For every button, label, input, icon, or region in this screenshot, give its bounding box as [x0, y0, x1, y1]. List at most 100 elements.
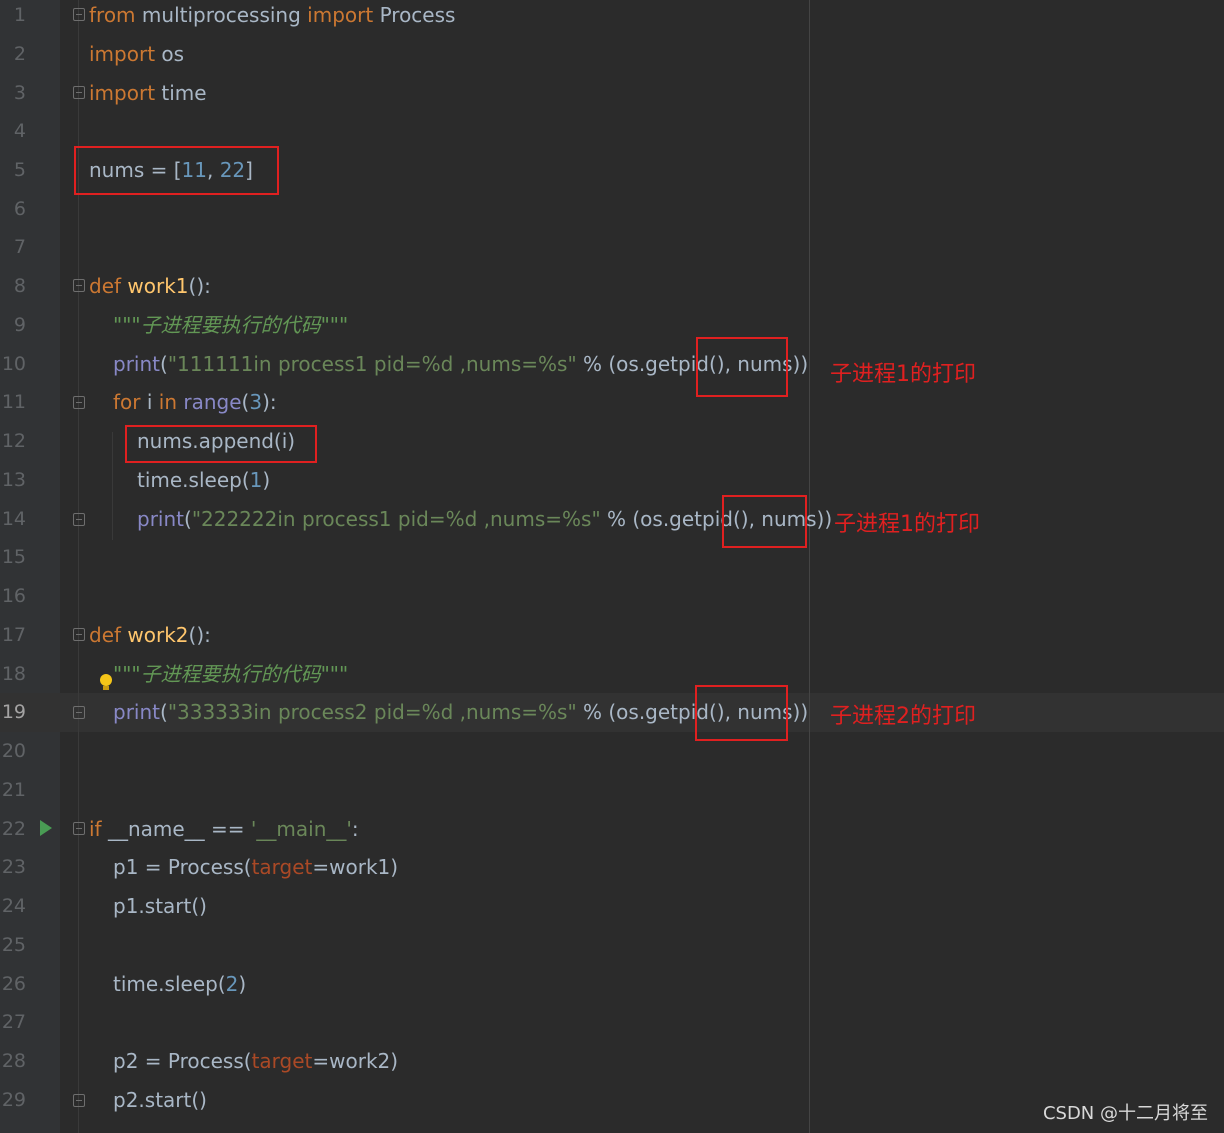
line-number: 28: [1, 1050, 26, 1072]
line-number: 24: [1, 895, 26, 917]
punct: (: [184, 507, 192, 531]
parameter: target: [251, 1049, 313, 1073]
fold-icon[interactable]: [73, 513, 85, 526]
line-number: 3: [13, 82, 26, 104]
keyword: if: [89, 817, 102, 841]
line-number: 23: [1, 856, 26, 878]
line-number: 8: [13, 275, 26, 297]
line-number: 15: [1, 546, 26, 568]
identifier: os: [155, 42, 185, 66]
identifier: i: [140, 390, 159, 414]
line-number: 18: [1, 663, 26, 685]
expression: =work2): [312, 1049, 399, 1073]
fold-icon[interactable]: [73, 86, 85, 99]
string: "333333in process2 pid=%d ,nums=%s": [167, 700, 577, 724]
identifier: Process: [373, 3, 456, 27]
fold-icon[interactable]: [73, 8, 85, 21]
punct: ): [238, 972, 247, 996]
code-line-23: p1 = Process(target=work1): [113, 848, 398, 887]
parameter: target: [251, 855, 313, 879]
line-number: 19: [1, 701, 26, 723]
string: "111111in process1 pid=%d ,nums=%s": [167, 352, 577, 376]
line-number: 14: [1, 508, 26, 530]
code-line-22: if __name__ == '__main__':: [89, 810, 359, 849]
string: "222222in process1 pid=%d ,nums=%s": [191, 507, 601, 531]
punct: (: [160, 352, 168, 376]
punct: ():: [188, 623, 211, 647]
fold-icon[interactable]: [73, 706, 85, 719]
function-name: work2: [127, 623, 189, 647]
indent-guide: [112, 432, 113, 540]
line-number: 11: [1, 391, 26, 413]
fold-icon[interactable]: [73, 822, 85, 835]
punct: ): [262, 468, 271, 492]
annotation-label: 子进程1的打印: [834, 512, 980, 537]
punct: ():: [188, 274, 211, 298]
module-name: multiprocessing: [135, 3, 308, 27]
line-number: 27: [1, 1011, 26, 1033]
code-line-11: for i in range(3):: [113, 383, 277, 422]
line-number: 29: [1, 1089, 26, 1111]
highlight-box-nums-print3: [695, 685, 788, 741]
number: 2: [225, 972, 239, 996]
line-number: 5: [13, 159, 26, 181]
watermark: CSDN @十二月将至: [1042, 1103, 1208, 1124]
keyword: import: [89, 81, 156, 105]
bulb-icon[interactable]: [100, 674, 112, 690]
code-line-3: import time: [89, 74, 207, 113]
line-number: 4: [13, 120, 26, 142]
fold-icon[interactable]: [73, 628, 85, 641]
annotation-label: 子进程1的打印: [830, 362, 976, 387]
highlight-box-nums-print2: [722, 495, 807, 548]
number: 1: [249, 468, 263, 492]
fold-icon[interactable]: [73, 279, 85, 292]
string: '__main__': [250, 817, 352, 841]
punct: ):: [262, 390, 277, 414]
line-number: 10: [1, 353, 26, 375]
code-line-17: def work2():: [89, 616, 211, 655]
function-name: work1: [127, 274, 189, 298]
line-number: 1: [13, 4, 26, 26]
code-line-28: p2 = Process(target=work2): [113, 1042, 398, 1081]
right-margin-guide: [809, 0, 810, 1133]
line-number: 7: [13, 236, 26, 258]
expression: __name__ ==: [101, 817, 251, 841]
keyword: def: [89, 274, 122, 298]
line-number: 9: [13, 314, 26, 336]
keyword: import: [307, 3, 374, 27]
number: 3: [249, 390, 263, 414]
code-line-18: """子进程要执行的代码""": [113, 662, 349, 686]
builtin: print: [113, 352, 160, 376]
keyword: in: [158, 390, 178, 414]
keyword: from: [89, 3, 136, 27]
highlight-box-nums-print1: [696, 337, 788, 397]
builtin: print: [113, 700, 160, 724]
line-number: 6: [13, 198, 26, 220]
code-line-8: def work1():: [89, 267, 211, 306]
fold-icon[interactable]: [73, 1094, 85, 1107]
line-number: 26: [1, 973, 26, 995]
code-line-1: from multiprocessing import Process: [89, 0, 455, 35]
keyword: def: [89, 623, 122, 647]
line-number: 12: [1, 430, 26, 452]
highlight-box-nums-init: [74, 146, 279, 195]
line-number: 17: [1, 624, 26, 646]
line-number: 21: [1, 779, 26, 801]
line-number: 20: [1, 740, 26, 762]
code-line-29: p2.start(): [113, 1088, 207, 1112]
run-icon[interactable]: [40, 820, 52, 836]
code-line-24: p1.start(): [113, 894, 207, 918]
identifier: time.sleep(: [113, 972, 226, 996]
fold-icon[interactable]: [73, 396, 85, 409]
highlight-box-append: [125, 425, 317, 463]
identifier: time.sleep(: [137, 468, 250, 492]
identifier: time: [155, 81, 207, 105]
expression: =work1): [312, 855, 399, 879]
code-line-13: time.sleep(1): [137, 461, 270, 500]
code-line-26: time.sleep(2): [113, 965, 246, 1004]
punct: :: [351, 817, 359, 841]
line-number: 25: [1, 934, 26, 956]
keyword: for: [113, 390, 141, 414]
line-number: 16: [1, 585, 26, 607]
code-editor[interactable]: 1 2 3 4 5 6 7 8 9 10 11 12 13 14 15 16 1…: [0, 0, 1224, 1133]
